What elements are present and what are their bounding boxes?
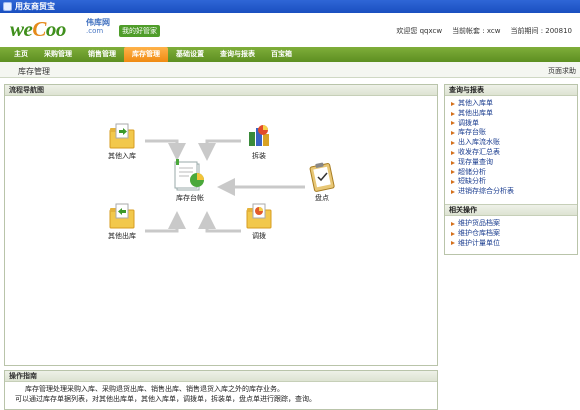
folder-in-icon [109,123,135,149]
flow-panel: 流程导航图 其他入库 拆装 库存台帐 盘点 其他出库 调拨 [4,84,438,366]
related-panel-title: 相关操作 [445,204,577,216]
flow-node-transfer-label: 调拨 [252,232,266,240]
arrow-right-icon [451,101,455,106]
query-link[interactable]: 其他出库单 [451,109,577,119]
related-link[interactable]: 维护计量单位 [451,239,577,249]
nav-home[interactable]: 主页 [6,47,36,62]
query-link[interactable]: 收发存汇总表 [451,148,577,158]
guide-line-2: 可以通过库存单据列表，对其他出库单，其他入库单，调拨单，拆装单，盘点单进行跟踪，… [15,395,316,403]
side-panel: 查询与报表 其他入库单 其他出库单 调拨单 库存台账 出入库流水账 收发存汇总表… [444,84,578,256]
related-link[interactable]: 维护货品档案 [451,219,577,229]
nav-reports[interactable]: 查询与报表 [212,47,263,62]
arrow-right-icon [451,141,455,146]
ledger-icon [174,159,204,191]
flow-node-other-out-label: 其他出库 [108,232,136,240]
arrow-right-icon [451,190,455,195]
logo-badge: 我的好管家 [119,25,160,37]
related-list: 维护货品档案 维护仓库档案 维护计量单位 [445,216,577,254]
query-panel-title: 查询与报表 [445,85,577,96]
query-link[interactable]: 进销存综合分析表 [451,187,577,197]
flow-node-other-out[interactable]: 其他出库 [108,202,136,241]
query-link[interactable]: 出入库流水账 [451,138,577,148]
query-link[interactable]: 现存量查询 [451,158,577,168]
nav-basic-settings[interactable]: 基础设置 [168,47,212,62]
main-nav: 主页 采购管理 销售管理 库存管理 基础设置 查询与报表 百宝箱 [0,47,580,62]
nav-inventory[interactable]: 库存管理 [124,47,168,62]
logo-dotcom: .com [86,27,104,35]
flow-node-inventory[interactable]: 盘点 [307,160,337,203]
guide-panel: 操作指南 库存管理处理采购入库、采购退货出库、销售出库、销售退货入库之外的库存业… [4,370,438,410]
arrow-right-icon [451,170,455,175]
related-link[interactable]: 维护仓库档案 [451,229,577,239]
welcome-text: 欢迎您 qqxcw [396,27,443,35]
help-link[interactable]: 页面求助 [548,66,576,76]
app-icon [3,2,12,11]
query-link[interactable]: 其他入库单 [451,99,577,109]
flow-connectors [145,139,305,233]
flow-node-transfer[interactable]: 调拨 [245,202,273,241]
arrow-right-icon [451,150,455,155]
folder-out-icon [109,203,135,229]
arrow-right-icon [451,160,455,165]
page-title: 库存管理 [18,67,50,76]
arrow-right-icon [451,131,455,136]
flow-node-split[interactable]: 拆装 [245,122,273,161]
query-list: 其他入库单 其他出库单 调拨单 库存台账 出入库流水账 收发存汇总表 现存量查询… [445,96,577,200]
clipboard-icon [309,162,335,192]
period-text: 当前期间 : 200810 [510,27,572,35]
guide-line-1: 库存管理处理采购入库、采购退货出库、销售出库、销售退货入库之外的库存业务。 [25,385,284,393]
query-link[interactable]: 短缺分析 [451,177,577,187]
nav-sales[interactable]: 销售管理 [80,47,124,62]
flow-node-ledger[interactable]: 库存台帐 [173,158,207,203]
user-info: 欢迎您 qqxcw 当前帐套 : xcw 当前期间 : 200810 [396,26,572,36]
query-link[interactable]: 库存台账 [451,128,577,138]
folder-transfer-icon [246,203,272,229]
arrow-right-icon [451,121,455,126]
flow-node-ledger-label: 库存台帐 [176,194,204,202]
pie-chart-icon [249,125,269,146]
guide-text: 库存管理处理采购入库、采购退货出库、销售出库、销售退货入库之外的库存业务。 可以… [5,382,437,404]
query-link[interactable]: 超储分析 [451,168,577,178]
flow-node-split-label: 拆装 [252,152,266,160]
logo[interactable]: weCoo [10,17,66,42]
account-text: 当前帐套 : xcw [452,27,501,35]
header: weCoo 伟库网 .com 我的好管家 欢迎您 qqxcw 当前帐套 : xc… [0,13,580,47]
nav-purchase[interactable]: 采购管理 [36,47,80,62]
window-title: 用友商贸宝 [15,2,55,11]
arrow-right-icon [451,241,455,246]
query-link[interactable]: 调拨单 [451,119,577,129]
arrow-right-icon [451,111,455,116]
guide-panel-title: 操作指南 [5,371,437,382]
flow-node-inventory-label: 盘点 [315,194,329,202]
flow-panel-title: 流程导航图 [5,85,437,96]
arrow-right-icon [451,231,455,236]
flow-node-other-in[interactable]: 其他入库 [108,122,136,161]
nav-toolbox[interactable]: 百宝箱 [263,47,300,62]
arrow-right-icon [451,180,455,185]
flow-node-other-in-label: 其他入库 [108,152,136,160]
window-titlebar: 用友商贸宝 [0,0,580,13]
page-header: 库存管理 页面求助 [0,62,580,78]
arrow-right-icon [451,221,455,226]
